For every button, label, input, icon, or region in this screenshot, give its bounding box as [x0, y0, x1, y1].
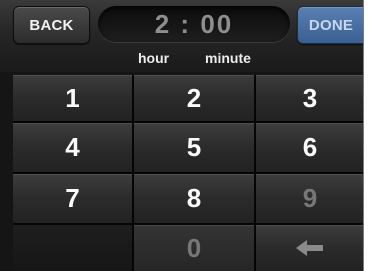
key-9[interactable]: 9 — [256, 174, 363, 223]
key-3[interactable]: 3 — [256, 75, 363, 121]
key-6[interactable]: 6 — [256, 123, 363, 172]
key-4[interactable]: 4 — [13, 123, 132, 172]
numeric-keypad: 1 2 3 4 5 6 7 8 9 0 — [13, 75, 363, 271]
minute-label: minute — [205, 50, 251, 66]
backspace-arrow-icon — [296, 240, 323, 256]
time-picker-screen: BACK 2 : 00 DONE hour minute 1 2 3 4 5 6… — [0, 0, 364, 271]
key-0[interactable]: 0 — [134, 225, 254, 271]
picker-header: BACK 2 : 00 DONE hour minute — [0, 0, 363, 72]
back-button[interactable]: BACK — [13, 6, 90, 44]
key-1[interactable]: 1 — [13, 75, 132, 121]
key-5[interactable]: 5 — [134, 123, 254, 172]
key-7[interactable]: 7 — [13, 174, 132, 223]
time-display: 2 : 00 — [98, 6, 290, 42]
key-2[interactable]: 2 — [134, 75, 254, 121]
done-button[interactable]: DONE — [297, 6, 363, 44]
blank-key — [13, 225, 132, 271]
key-8[interactable]: 8 — [134, 174, 254, 223]
hour-label: hour — [138, 50, 170, 66]
time-value: 2 : 00 — [154, 8, 234, 39]
backspace-key[interactable] — [256, 225, 363, 271]
